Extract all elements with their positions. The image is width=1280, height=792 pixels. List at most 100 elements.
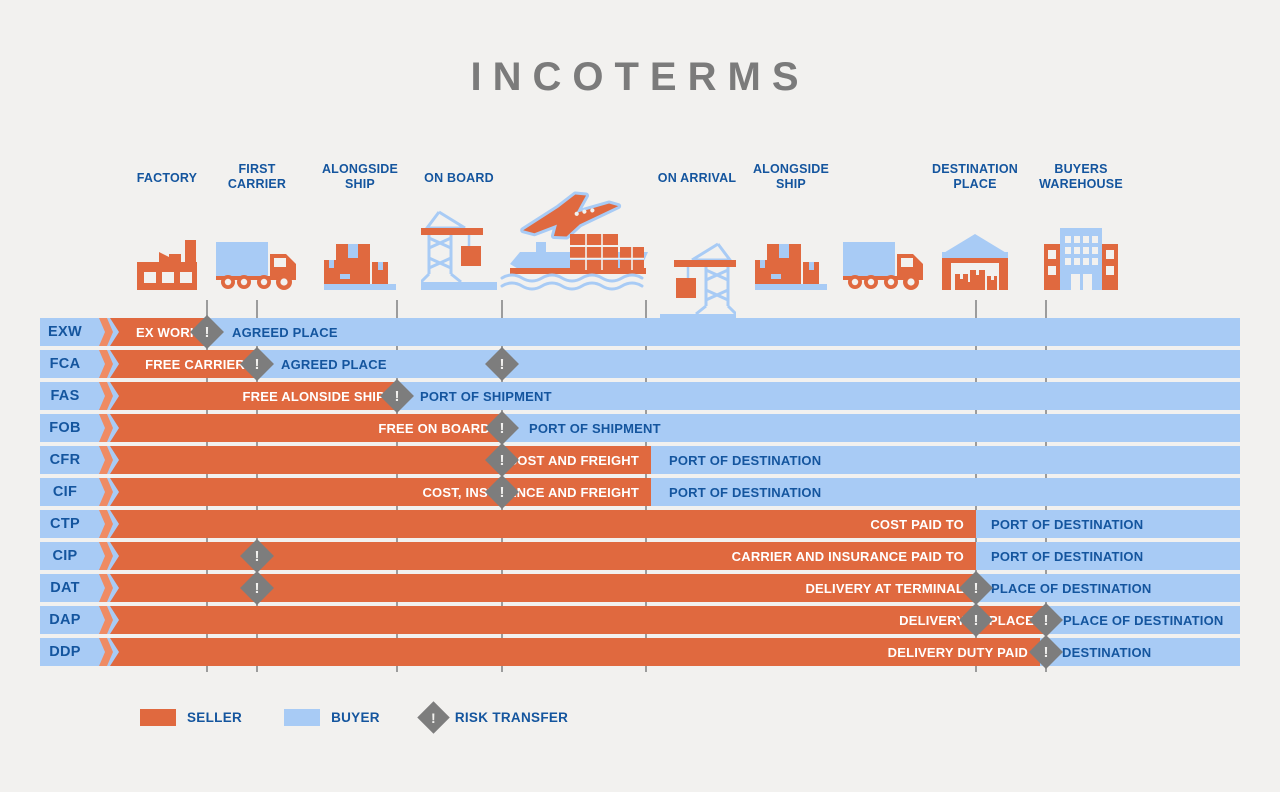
legend-label-seller: SELLER [187, 710, 243, 725]
buyer-label: AGREED PLACE [281, 356, 387, 372]
incoterm-row-dap[interactable]: DELIVERY AT PLACE PLACE OF DESTINATION DAP… [0, 603, 1280, 637]
legend: SELLER BUYER ! RISK TRANSFER [140, 701, 610, 734]
seller-bar-label: COST, INSURANCE AND FREIGHT [422, 484, 639, 500]
incoterm-row-dat[interactable]: DELIVERY AT TERMINAL PLACE OF DESTINATION… [0, 571, 1280, 605]
buyer-label: AGREED PLACE [232, 324, 338, 340]
seller-bar: FREE CARRIER [110, 350, 257, 378]
buyer-label: PORT OF DESTINATION [669, 452, 822, 468]
legend-label-buyer: BUYER [331, 710, 380, 725]
incoterm-code-chip[interactable]: FCA [40, 350, 94, 378]
incoterm-row-ctp[interactable]: COST PAID TO PORT OF DESTINATION CTP [0, 510, 1280, 538]
column-header-alongside-ship: ALONGSIDE SHIP [752, 162, 830, 191]
risk-transfer-icon: ! [190, 315, 224, 349]
seller-bar-label: DELIVERY DUTY PAID [887, 644, 1028, 660]
seller-bar: COST PAID TO [110, 510, 976, 538]
risk-transfer-icon: ! [380, 379, 414, 413]
incoterm-code-chip[interactable]: CFR [40, 446, 94, 474]
incoterm-code-label: CFR [49, 452, 81, 468]
seller-bar-label: FREE ON BOARD [378, 420, 490, 436]
buyer-label: DESTINATION [1062, 644, 1152, 660]
risk-transfer-icon: ! [959, 603, 993, 637]
incoterm-code-chip[interactable]: EXW [40, 318, 94, 346]
seller-bar-label: COST AND FREIGHT [507, 452, 639, 468]
risk-transfer-icon: ! [485, 443, 519, 477]
seller-bar: DELIVERY AT PLACE [110, 606, 1046, 634]
buyer-label: PORT OF SHIPMENT [420, 388, 552, 404]
crane-mirrored-icon [660, 228, 738, 329]
incoterm-code-label: DAT [50, 580, 80, 596]
incoterm-code-chip[interactable]: DAT [40, 574, 94, 602]
buyer-label: PORT OF SHIPMENT [529, 420, 661, 436]
ship-and-plane-icon [498, 190, 662, 297]
legend-item-risk: ! RISK TRANSFER [417, 701, 569, 734]
truck-icon [216, 234, 298, 297]
exclamation-glyph: ! [430, 709, 436, 726]
incoterm-code-label: FOB [49, 420, 81, 436]
risk-transfer-icon: ! [240, 347, 274, 381]
seller-bar-label: COST PAID TO [870, 516, 964, 532]
legend-item-seller: SELLER [140, 709, 242, 726]
risk-transfer-icon: ! [240, 539, 274, 573]
warehouse-icon [942, 232, 1008, 297]
risk-transfer-icon: ! [417, 701, 450, 734]
incoterm-row-fob[interactable]: FREE ON BOARD PORT OF SHIPMENT FOB! [0, 411, 1280, 445]
boxes-on-dock-icon [324, 234, 396, 297]
incoterm-code-chip[interactable]: FAS [40, 382, 94, 410]
buyers-building-icon [1044, 228, 1118, 297]
incoterm-row-exw[interactable]: EX WORKS AGREED PLACE EXW! [0, 315, 1280, 349]
factory-icon [137, 222, 197, 297]
seller-bar-label: CARRIER AND INSURANCE PAID TO [731, 548, 964, 564]
buyer-label: PORT OF DESTINATION [991, 516, 1144, 532]
seller-bar-label: FREE ALONSIDE SHIP [242, 388, 385, 404]
incoterm-code-label: FAS [50, 388, 80, 404]
incoterm-code-label: CIF [52, 484, 78, 500]
risk-transfer-icon: ! [1029, 635, 1063, 669]
column-header-buyers-warehouse: BUYERS WAREHOUSE [1039, 162, 1123, 191]
legend-label-risk: RISK TRANSFER [454, 710, 569, 725]
risk-transfer-icon: ! [1029, 603, 1063, 637]
incoterm-row-cip[interactable]: CARRIER AND INSURANCE PAID TO PORT OF DES… [0, 539, 1280, 573]
incoterm-code-chip[interactable]: CIF [40, 478, 94, 506]
infographic-root: INCOTERMS FACTORY FIRST CARRIER ALONGSIDE SH… [0, 0, 1280, 792]
seller-bar: FREE ON BOARD [110, 414, 502, 442]
seller-swatch [140, 709, 176, 726]
seller-bar: COST, INSURANCE AND FREIGHT [110, 478, 651, 506]
incoterm-code-chip[interactable]: CIP [40, 542, 94, 570]
page-title: INCOTERMS [470, 55, 810, 99]
buyer-swatch [284, 709, 321, 726]
buyer-label: PLACE OF DESTINATION [991, 580, 1152, 596]
risk-transfer-icon: ! [959, 571, 993, 605]
incoterm-row-cfr[interactable]: COST AND FREIGHT PORT OF DESTINATION CFR! [0, 443, 1280, 477]
incoterm-row-fca[interactable]: FREE CARRIER AGREED PLACE FCA!! [0, 347, 1280, 381]
seller-bar: FREE ALONSIDE SHIP [110, 382, 397, 410]
incoterm-row-ddp[interactable]: DELIVERY DUTY PAID DESTINATION DDP! [0, 635, 1280, 669]
seller-bar: COST AND FREIGHT [110, 446, 651, 474]
seller-bar-label: DELIVERY AT TERMINAL [805, 580, 964, 596]
incoterm-code-chip[interactable]: CTP [40, 510, 94, 538]
incoterm-code-label: CTP [50, 516, 80, 532]
column-header-on-board: ON BOARD [424, 171, 494, 185]
incoterm-code-chip[interactable]: DAP [40, 606, 94, 634]
incoterm-code-label: DAP [49, 612, 81, 628]
incoterm-code-chip[interactable]: FOB [40, 414, 94, 442]
seller-bar-label: FREE CARRIER [145, 356, 245, 372]
legend-item-buyer: BUYER [284, 709, 380, 726]
buyer-label: PORT OF DESTINATION [669, 484, 822, 500]
seller-bar: DELIVERY DUTY PAID [110, 638, 1040, 666]
risk-transfer-icon: ! [485, 475, 519, 509]
boxes-on-dock-icon [755, 234, 827, 297]
crane-icon [419, 196, 497, 297]
incoterms-rows: EX WORKS AGREED PLACE EXW! FREE CARRIER AGRE… [0, 315, 1280, 670]
truck-icon [843, 234, 925, 297]
risk-transfer-icon: ! [485, 411, 519, 445]
incoterm-row-fas[interactable]: FREE ALONSIDE SHIP PORT OF SHIPMENT FAS! [0, 379, 1280, 413]
incoterm-code-label: CIP [52, 548, 78, 564]
incoterm-code-label: FCA [49, 356, 81, 372]
buyer-label: PLACE OF DESTINATION [1063, 612, 1224, 628]
incoterm-code-label: DDP [49, 644, 81, 660]
risk-transfer-icon: ! [240, 571, 274, 605]
incoterm-code-chip[interactable]: DDP [40, 638, 94, 666]
incoterm-code-label: EXW [48, 324, 82, 340]
incoterm-row-cif[interactable]: COST, INSURANCE AND FREIGHT PORT OF DESTI… [0, 475, 1280, 509]
buyer-label: PORT OF DESTINATION [991, 548, 1144, 564]
